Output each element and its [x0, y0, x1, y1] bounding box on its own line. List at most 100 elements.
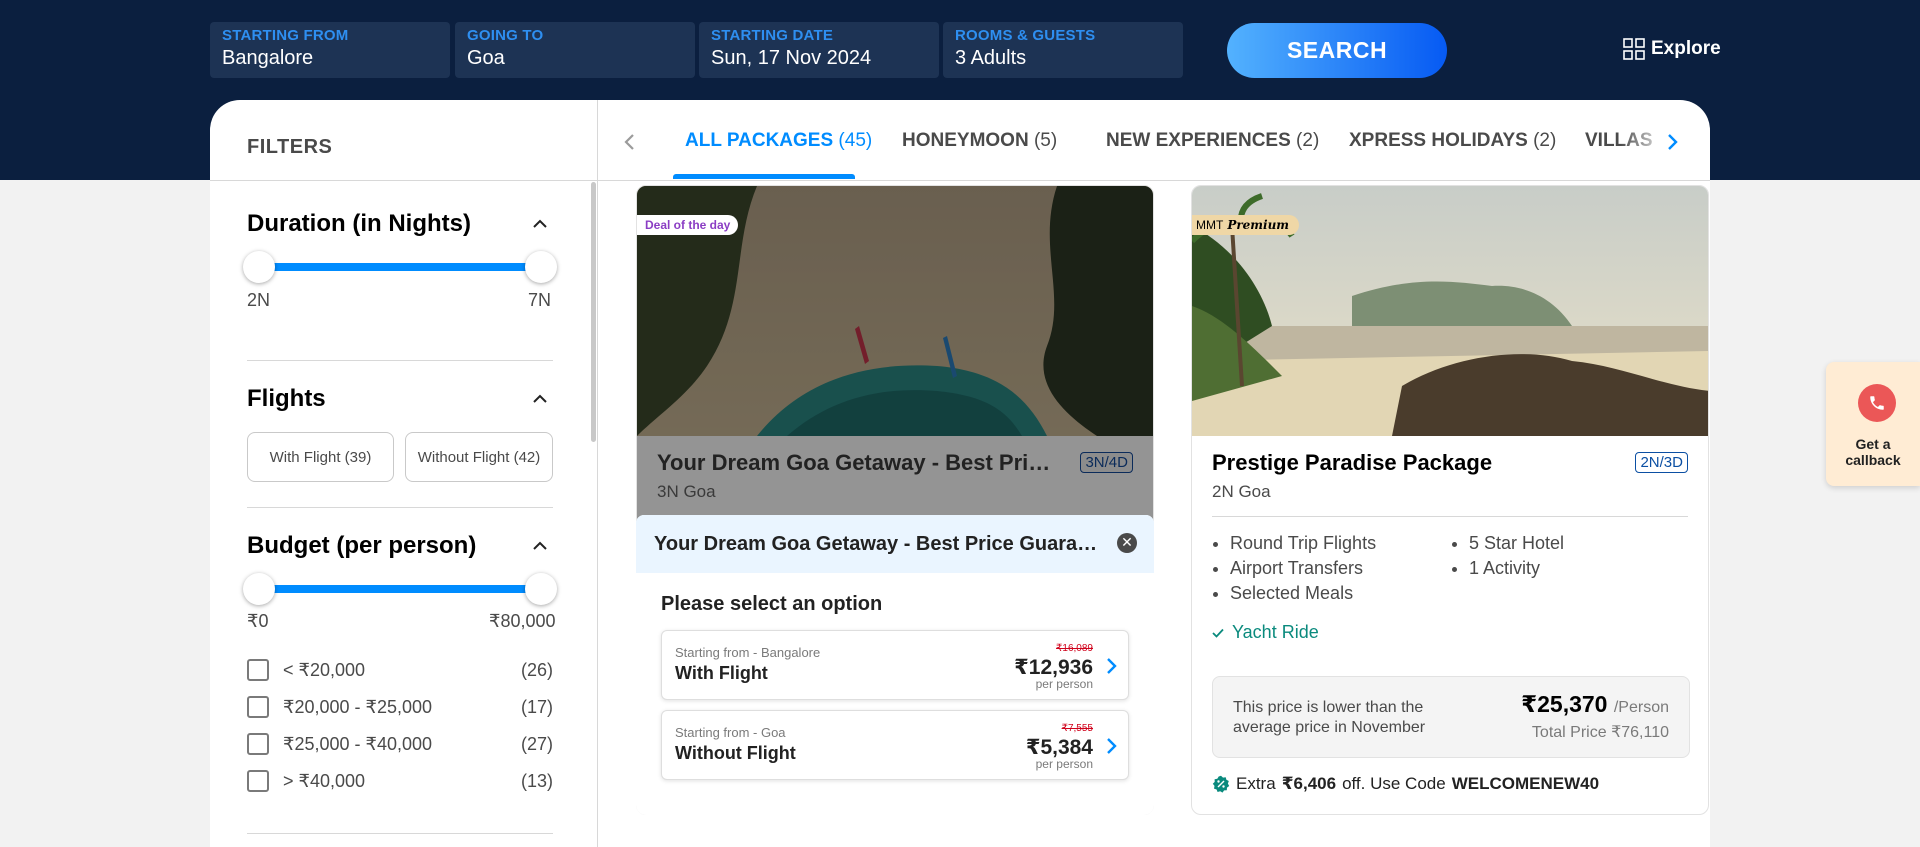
- without-flight-option[interactable]: Starting from - Goa Without Flight ₹7,55…: [661, 710, 1129, 780]
- tab-label: HONEYMOON: [902, 130, 1029, 151]
- budget-range-option[interactable]: < ₹20,000 (26): [247, 658, 553, 682]
- chevron-up-icon[interactable]: [530, 389, 550, 409]
- budget-min-label: ₹0: [247, 611, 269, 631]
- duration-slider-track[interactable]: [259, 263, 541, 271]
- tab-count: (45): [838, 130, 873, 151]
- callback-line: callback: [1845, 452, 1901, 468]
- budget-slider-track[interactable]: [259, 585, 541, 593]
- discount-icon: [1212, 775, 1230, 793]
- chevron-left-icon[interactable]: [618, 130, 642, 154]
- divider: [597, 180, 1710, 181]
- callback-label: Get a callback: [1826, 436, 1920, 468]
- tab-label: NEW EXPERIENCES: [1106, 130, 1291, 151]
- budget-range-option[interactable]: > ₹40,000 (13): [247, 769, 553, 793]
- price-per-person: ₹25,370 /Person: [1521, 691, 1669, 718]
- chevron-right-icon: [1107, 738, 1117, 754]
- tab-count: (2): [1533, 130, 1557, 151]
- tab-count: (2): [1296, 130, 1320, 151]
- inclusion-item: Selected Meals: [1230, 581, 1376, 606]
- field-label: STARTING DATE: [711, 27, 834, 44]
- with-flight-chip[interactable]: With Flight (39): [247, 432, 394, 482]
- premium-badge: MMT Premium: [1192, 215, 1299, 235]
- rooms-guests-field[interactable]: ROOMS & GUESTS 3 Adults: [943, 22, 1183, 78]
- old-price: ₹16,089: [1056, 643, 1093, 654]
- field-value: Sun, 17 Nov 2024: [711, 47, 872, 69]
- search-button[interactable]: SEARCH: [1227, 23, 1447, 78]
- checkbox[interactable]: [247, 770, 269, 792]
- badge-label: Premium: [1227, 218, 1289, 232]
- budget-range-label: ₹25,000 - ₹40,000: [283, 733, 433, 754]
- popup-heading: Please select an option: [661, 593, 883, 615]
- chevron-up-icon[interactable]: [530, 214, 550, 234]
- option-origin: Starting from - Goa: [675, 725, 786, 740]
- package-card[interactable]: MMT Premium Prestige Paradise Package 2N/…: [1191, 185, 1709, 815]
- chevron-right-icon: [1107, 658, 1117, 674]
- starting-date-field[interactable]: STARTING DATE Sun, 17 Nov 2024: [699, 22, 939, 78]
- divider: [210, 180, 597, 181]
- flight-option-popup: Your Dream Goa Getaway - Best Price Guar…: [636, 515, 1154, 815]
- package-title[interactable]: Your Dream Goa Getaway - Best Price ...: [657, 450, 1057, 476]
- field-label: STARTING FROM: [222, 27, 349, 44]
- price-box: This price is lower than the average pri…: [1212, 676, 1690, 758]
- tab-honeymoon[interactable]: HONEYMOON (5): [902, 130, 1057, 152]
- package-title[interactable]: Prestige Paradise Package: [1212, 450, 1612, 476]
- chevron-right-icon[interactable]: [1660, 130, 1684, 154]
- budget-range-label: > ₹40,000: [283, 770, 366, 791]
- phone-icon: [1858, 384, 1896, 422]
- starting-from-field[interactable]: STARTING FROM Bangalore: [210, 22, 450, 78]
- grid-icon: [1623, 38, 1645, 60]
- close-icon[interactable]: ✕: [1117, 533, 1137, 553]
- check-icon: [1212, 628, 1224, 638]
- inclusions-list: Round Trip Flights Airport Transfers Sel…: [1230, 531, 1376, 606]
- offer-amount: ₹6,406: [1281, 774, 1337, 793]
- chevron-up-icon[interactable]: [530, 536, 550, 556]
- highlight-label: Yacht Ride: [1232, 622, 1319, 642]
- explore-link[interactable]: Explore: [1623, 38, 1721, 60]
- flights-filter-title: Flights: [247, 385, 326, 412]
- checkbox[interactable]: [247, 659, 269, 681]
- offer-text: off. Use Code: [1342, 774, 1446, 793]
- tab-label: XPRESS HOLIDAYS: [1349, 130, 1528, 151]
- tab-count: (5): [1033, 130, 1058, 151]
- duration-tag: 3N/4D: [1080, 452, 1133, 473]
- duration-max-label: 7N: [528, 290, 552, 310]
- inclusion-item: 1 Activity: [1469, 556, 1564, 581]
- tab-all-packages[interactable]: ALL PACKAGES (45): [685, 130, 872, 152]
- budget-range-count: (13): [520, 770, 553, 791]
- active-tab-indicator: [673, 174, 855, 179]
- going-to-field[interactable]: GOING TO Goa: [455, 22, 695, 78]
- coupon-code: WELCOMENEW40: [1451, 774, 1600, 793]
- budget-range-option[interactable]: ₹20,000 - ₹25,000 (17): [247, 695, 553, 719]
- package-subtitle: 3N Goa: [657, 482, 716, 501]
- budget-min-handle[interactable]: [243, 573, 275, 605]
- per-person-label: per person: [1035, 757, 1093, 771]
- duration-tag: 2N/3D: [1635, 452, 1688, 473]
- filters-title: FILTERS: [247, 136, 333, 158]
- checkbox[interactable]: [247, 696, 269, 718]
- without-flight-chip[interactable]: Without Flight (42): [405, 432, 553, 482]
- with-flight-option[interactable]: Starting from - Bangalore With Flight ₹1…: [661, 630, 1129, 700]
- callback-line: Get a: [1855, 436, 1891, 452]
- price-note: This price is lower than the average pri…: [1233, 699, 1426, 736]
- duration-min-handle[interactable]: [243, 251, 275, 283]
- old-price: ₹7,555: [1061, 723, 1093, 734]
- callback-widget[interactable]: Get a callback: [1826, 362, 1920, 486]
- divider: [247, 360, 553, 361]
- tab-xpress-holidays[interactable]: XPRESS HOLIDAYS (2): [1349, 130, 1556, 152]
- inclusion-item: Airport Transfers: [1230, 556, 1376, 581]
- budget-range-label: ₹20,000 - ₹25,000: [283, 696, 433, 717]
- duration-max-handle[interactable]: [525, 251, 557, 283]
- explore-label: Explore: [1651, 38, 1721, 59]
- badge-prefix: MMT: [1196, 218, 1224, 232]
- budget-range-count: (27): [520, 733, 553, 754]
- duration-min-label: 2N: [247, 290, 271, 310]
- budget-range-option[interactable]: ₹25,000 - ₹40,000 (27): [247, 732, 553, 756]
- tab-new-experiences[interactable]: NEW EXPERIENCES (2): [1106, 130, 1319, 152]
- option-origin: Starting from - Bangalore: [675, 645, 821, 660]
- budget-max-handle[interactable]: [525, 573, 557, 605]
- sidebar-scrollbar[interactable]: [591, 182, 596, 442]
- budget-range-label: < ₹20,000: [283, 659, 366, 680]
- checkbox[interactable]: [247, 733, 269, 755]
- divider: [247, 507, 553, 508]
- budget-range-count: (26): [520, 659, 553, 680]
